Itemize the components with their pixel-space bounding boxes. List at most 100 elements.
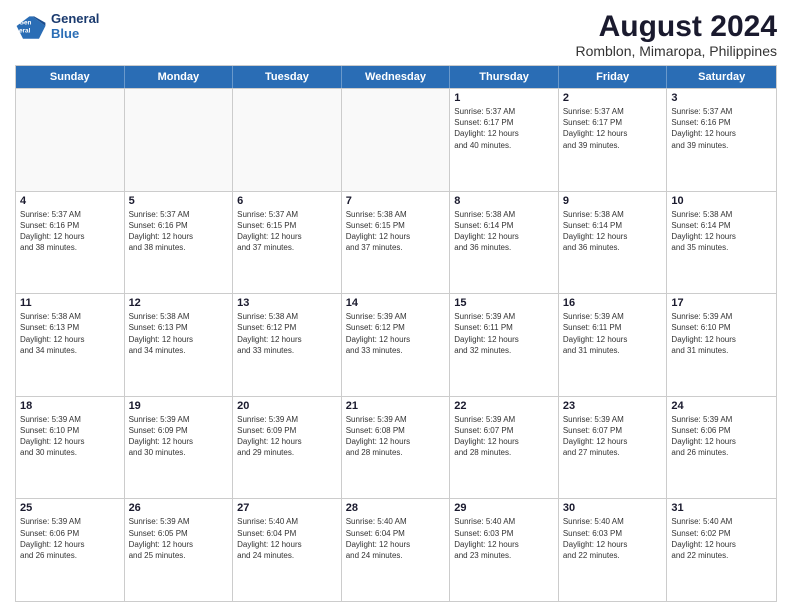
day-info: Sunrise: 5:37 AM Sunset: 6:16 PM Dayligh… <box>129 209 229 254</box>
day-number: 6 <box>237 195 337 207</box>
subtitle: Romblon, Mimaropa, Philippines <box>575 43 777 59</box>
calendar-cell: 12 Sunrise: 5:38 AM Sunset: 6:13 PM Dayli… <box>125 294 234 396</box>
day-number: 14 <box>346 297 446 309</box>
day-info: Sunrise: 5:39 AM Sunset: 6:09 PM Dayligh… <box>129 414 229 459</box>
calendar-cell <box>16 89 125 191</box>
day-number: 22 <box>454 400 554 412</box>
day-info: Sunrise: 5:38 AM Sunset: 6:14 PM Dayligh… <box>454 209 554 254</box>
calendar-cell: 16Sunrise: 5:39 AM Sunset: 6:11 PM Dayli… <box>559 294 668 396</box>
day-info: Sunrise: 5:39 AM Sunset: 6:06 PM Dayligh… <box>671 414 772 459</box>
day-number: 15 <box>454 297 554 309</box>
day-number: 10 <box>671 195 772 207</box>
calendar-cell: 7 Sunrise: 5:38 AM Sunset: 6:15 PM Daylig… <box>342 192 451 294</box>
header-day-monday: Monday <box>125 66 234 88</box>
day-info: Sunrise: 5:39 AM Sunset: 6:12 PM Dayligh… <box>346 311 446 356</box>
day-number: 5 <box>129 195 229 207</box>
day-info: Sunrise: 5:37 AM Sunset: 6:16 PM Dayligh… <box>671 106 772 151</box>
header-day-friday: Friday <box>559 66 668 88</box>
calendar-cell: 21Sunrise: 5:39 AM Sunset: 6:08 PM Dayli… <box>342 397 451 499</box>
day-number: 12 <box>129 297 229 309</box>
main-title: August 2024 <box>575 10 777 43</box>
day-info: Sunrise: 5:39 AM Sunset: 6:09 PM Dayligh… <box>237 414 337 459</box>
logo-icon: Gen eral <box>15 10 47 42</box>
calendar-cell <box>233 89 342 191</box>
day-number: 24 <box>671 400 772 412</box>
day-number: 31 <box>671 502 772 514</box>
day-number: 27 <box>237 502 337 514</box>
calendar-cell: 25 Sunrise: 5:39 AM Sunset: 6:06 PM Dayli… <box>16 499 125 601</box>
day-info: Sunrise: 5:38 AM Sunset: 6:13 PM Dayligh… <box>129 311 229 356</box>
calendar-cell: 24 Sunrise: 5:39 AM Sunset: 6:06 PM Dayli… <box>667 397 776 499</box>
calendar-cell: 20 Sunrise: 5:39 AM Sunset: 6:09 PM Dayli… <box>233 397 342 499</box>
calendar-cell: 28Sunrise: 5:40 AM Sunset: 6:04 PM Dayli… <box>342 499 451 601</box>
calendar-cell: 14 Sunrise: 5:39 AM Sunset: 6:12 PM Dayli… <box>342 294 451 396</box>
calendar-cell: 11Sunrise: 5:38 AM Sunset: 6:13 PM Dayli… <box>16 294 125 396</box>
day-number: 2 <box>563 92 663 104</box>
day-info: Sunrise: 5:37 AM Sunset: 6:15 PM Dayligh… <box>237 209 337 254</box>
calendar-cell: 26Sunrise: 5:39 AM Sunset: 6:05 PM Dayli… <box>125 499 234 601</box>
day-info: Sunrise: 5:38 AM Sunset: 6:14 PM Dayligh… <box>563 209 663 254</box>
header: Gen eral General Blue August 2024 Romblo… <box>15 10 777 59</box>
day-number: 19 <box>129 400 229 412</box>
calendar-cell: 22 Sunrise: 5:39 AM Sunset: 6:07 PM Dayli… <box>450 397 559 499</box>
calendar-week-1: 1Sunrise: 5:37 AM Sunset: 6:17 PM Daylig… <box>16 88 776 191</box>
calendar-cell: 31 Sunrise: 5:40 AM Sunset: 6:02 PM Dayli… <box>667 499 776 601</box>
svg-text:eral: eral <box>19 27 31 34</box>
calendar-cell: 30Sunrise: 5:40 AM Sunset: 6:03 PM Dayli… <box>559 499 668 601</box>
calendar-header: SundayMondayTuesdayWednesdayThursdayFrid… <box>16 66 776 88</box>
calendar-week-5: 25 Sunrise: 5:39 AM Sunset: 6:06 PM Dayli… <box>16 498 776 601</box>
calendar-cell: 4 Sunrise: 5:37 AM Sunset: 6:16 PM Daylig… <box>16 192 125 294</box>
calendar-cell: 9 Sunrise: 5:38 AM Sunset: 6:14 PM Daylig… <box>559 192 668 294</box>
calendar-week-2: 4 Sunrise: 5:37 AM Sunset: 6:16 PM Daylig… <box>16 191 776 294</box>
calendar-week-4: 18Sunrise: 5:39 AM Sunset: 6:10 PM Dayli… <box>16 396 776 499</box>
day-info: Sunrise: 5:39 AM Sunset: 6:11 PM Dayligh… <box>454 311 554 356</box>
calendar-cell: 3Sunrise: 5:37 AM Sunset: 6:16 PM Daylig… <box>667 89 776 191</box>
calendar-cell: 18Sunrise: 5:39 AM Sunset: 6:10 PM Dayli… <box>16 397 125 499</box>
day-number: 20 <box>237 400 337 412</box>
day-info: Sunrise: 5:39 AM Sunset: 6:07 PM Dayligh… <box>454 414 554 459</box>
day-number: 8 <box>454 195 554 207</box>
day-number: 13 <box>237 297 337 309</box>
calendar-cell: 6 Sunrise: 5:37 AM Sunset: 6:15 PM Daylig… <box>233 192 342 294</box>
page: Gen eral General Blue August 2024 Romblo… <box>0 0 792 612</box>
calendar-cell: 29Sunrise: 5:40 AM Sunset: 6:03 PM Dayli… <box>450 499 559 601</box>
calendar-cell <box>125 89 234 191</box>
day-info: Sunrise: 5:39 AM Sunset: 6:08 PM Dayligh… <box>346 414 446 459</box>
day-info: Sunrise: 5:37 AM Sunset: 6:17 PM Dayligh… <box>454 106 554 151</box>
calendar-cell: 15 Sunrise: 5:39 AM Sunset: 6:11 PM Dayli… <box>450 294 559 396</box>
header-day-wednesday: Wednesday <box>342 66 451 88</box>
day-info: Sunrise: 5:39 AM Sunset: 6:10 PM Dayligh… <box>20 414 120 459</box>
day-number: 28 <box>346 502 446 514</box>
day-info: Sunrise: 5:40 AM Sunset: 6:04 PM Dayligh… <box>237 516 337 561</box>
header-day-thursday: Thursday <box>450 66 559 88</box>
day-info: Sunrise: 5:39 AM Sunset: 6:10 PM Dayligh… <box>671 311 772 356</box>
calendar-cell: 2 Sunrise: 5:37 AM Sunset: 6:17 PM Daylig… <box>559 89 668 191</box>
calendar-week-3: 11Sunrise: 5:38 AM Sunset: 6:13 PM Dayli… <box>16 293 776 396</box>
day-info: Sunrise: 5:38 AM Sunset: 6:15 PM Dayligh… <box>346 209 446 254</box>
day-info: Sunrise: 5:38 AM Sunset: 6:12 PM Dayligh… <box>237 311 337 356</box>
day-info: Sunrise: 5:37 AM Sunset: 6:16 PM Dayligh… <box>20 209 120 254</box>
calendar-cell: 5 Sunrise: 5:37 AM Sunset: 6:16 PM Daylig… <box>125 192 234 294</box>
logo-text: General Blue <box>51 11 99 41</box>
day-number: 4 <box>20 195 120 207</box>
calendar-body: 1Sunrise: 5:37 AM Sunset: 6:17 PM Daylig… <box>16 88 776 601</box>
day-info: Sunrise: 5:39 AM Sunset: 6:06 PM Dayligh… <box>20 516 120 561</box>
header-day-tuesday: Tuesday <box>233 66 342 88</box>
day-number: 17 <box>671 297 772 309</box>
day-number: 9 <box>563 195 663 207</box>
calendar-cell: 17 Sunrise: 5:39 AM Sunset: 6:10 PM Dayli… <box>667 294 776 396</box>
svg-text:Gen: Gen <box>19 19 32 26</box>
day-info: Sunrise: 5:37 AM Sunset: 6:17 PM Dayligh… <box>563 106 663 151</box>
logo: Gen eral General Blue <box>15 10 99 42</box>
header-day-sunday: Sunday <box>16 66 125 88</box>
calendar-cell: 10Sunrise: 5:38 AM Sunset: 6:14 PM Dayli… <box>667 192 776 294</box>
day-info: Sunrise: 5:39 AM Sunset: 6:07 PM Dayligh… <box>563 414 663 459</box>
day-info: Sunrise: 5:38 AM Sunset: 6:13 PM Dayligh… <box>20 311 120 356</box>
day-info: Sunrise: 5:40 AM Sunset: 6:03 PM Dayligh… <box>454 516 554 561</box>
day-info: Sunrise: 5:39 AM Sunset: 6:05 PM Dayligh… <box>129 516 229 561</box>
day-number: 7 <box>346 195 446 207</box>
calendar: SundayMondayTuesdayWednesdayThursdayFrid… <box>15 65 777 602</box>
day-number: 25 <box>20 502 120 514</box>
day-number: 30 <box>563 502 663 514</box>
day-info: Sunrise: 5:40 AM Sunset: 6:02 PM Dayligh… <box>671 516 772 561</box>
